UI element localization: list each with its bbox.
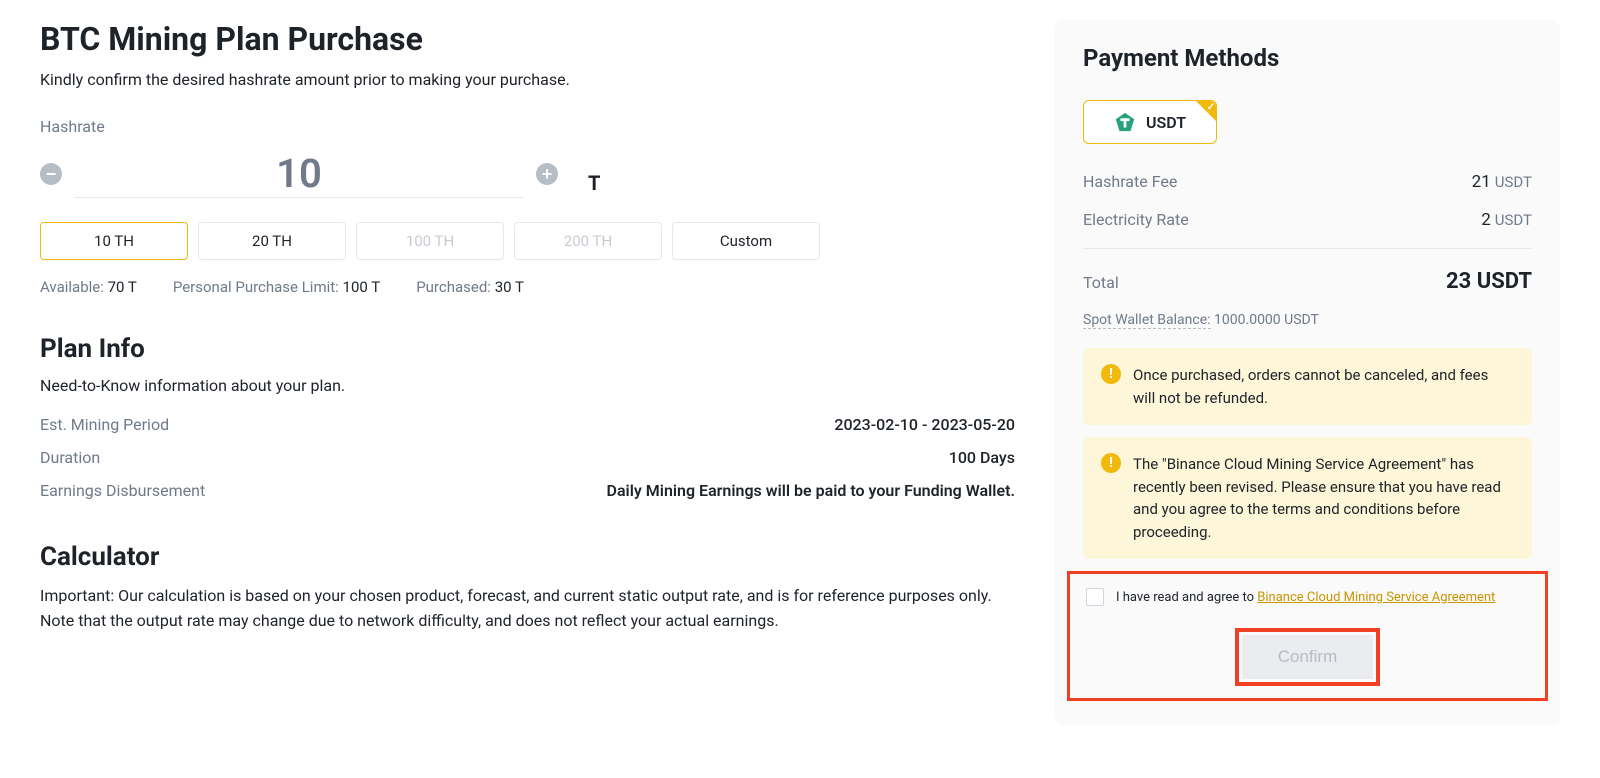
electricity-label: Electricity Rate bbox=[1083, 210, 1189, 229]
hashrate-fee-label: Hashrate Fee bbox=[1083, 172, 1177, 191]
warning-icon: ! bbox=[1101, 453, 1121, 473]
electricity-currency: USDT bbox=[1495, 211, 1532, 229]
notice-agreement-text: The "Binance Cloud Mining Service Agreem… bbox=[1133, 453, 1514, 543]
hashrate-value[interactable]: 10 bbox=[276, 150, 322, 197]
preset-200th[interactable]: 200 TH bbox=[514, 222, 662, 260]
preset-10th[interactable]: 10 TH bbox=[40, 222, 188, 260]
earnings-value: Daily Mining Earnings will be paid to yo… bbox=[607, 481, 1015, 500]
hashrate-unit: T bbox=[588, 171, 600, 195]
preset-100th[interactable]: 100 TH bbox=[356, 222, 504, 260]
payment-methods-heading: Payment Methods bbox=[1083, 44, 1532, 72]
preset-20th[interactable]: 20 TH bbox=[198, 222, 346, 260]
calculator-heading: Calculator bbox=[40, 542, 1015, 572]
plan-info-description: Need-to-Know information about your plan… bbox=[40, 376, 1015, 395]
warning-icon: ! bbox=[1101, 364, 1121, 384]
decrement-button[interactable]: − bbox=[40, 163, 62, 185]
notice-agreement-revised: ! The "Binance Cloud Mining Service Agre… bbox=[1083, 437, 1532, 559]
personal-limit-value: 100 T bbox=[343, 278, 381, 296]
period-label: Est. Mining Period bbox=[40, 415, 169, 434]
wallet-balance-value: 1000.0000 USDT bbox=[1214, 312, 1319, 328]
increment-button[interactable]: + bbox=[536, 163, 558, 185]
total-label: Total bbox=[1083, 273, 1119, 292]
total-value: 23 USDT bbox=[1446, 269, 1532, 294]
page-subtitle: Kindly confirm the desired hashrate amou… bbox=[40, 70, 1015, 89]
purchased-value: 30 T bbox=[495, 278, 524, 296]
notice-no-cancel-text: Once purchased, orders cannot be cancele… bbox=[1133, 364, 1514, 409]
payment-method-label: USDT bbox=[1146, 113, 1186, 132]
agreement-prefix: I have read and agree to bbox=[1116, 590, 1257, 605]
usdt-icon bbox=[1114, 111, 1136, 133]
preset-row: 10 TH 20 TH 100 TH 200 TH Custom bbox=[40, 222, 1015, 260]
hashrate-fee-value: 21 bbox=[1472, 172, 1491, 192]
plan-info-heading: Plan Info bbox=[40, 334, 1015, 364]
payment-method-usdt[interactable]: USDT bbox=[1083, 100, 1217, 144]
wallet-balance-label: Spot Wallet Balance: bbox=[1083, 312, 1211, 329]
available-label: Available: bbox=[40, 278, 104, 296]
page-title: BTC Mining Plan Purchase bbox=[40, 20, 1015, 58]
limits-row: Available: 70 T Personal Purchase Limit:… bbox=[40, 278, 1015, 296]
check-icon bbox=[1196, 101, 1216, 121]
calculator-description: Important: Our calculation is based on y… bbox=[40, 584, 1015, 634]
notice-no-cancel: ! Once purchased, orders cannot be cance… bbox=[1083, 348, 1532, 425]
agreement-link[interactable]: Binance Cloud Mining Service Agreement bbox=[1257, 590, 1495, 605]
period-value: 2023-02-10 - 2023-05-20 bbox=[834, 415, 1015, 434]
available-value: 70 T bbox=[108, 278, 137, 296]
earnings-label: Earnings Disbursement bbox=[40, 481, 205, 500]
duration-value: 100 Days bbox=[949, 448, 1015, 467]
preset-custom[interactable]: Custom bbox=[672, 222, 820, 260]
confirm-button[interactable]: Confirm bbox=[1242, 635, 1374, 679]
agreement-row: I have read and agree to Binance Cloud M… bbox=[1067, 571, 1548, 620]
agreement-checkbox[interactable] bbox=[1086, 588, 1104, 606]
hashrate-label: Hashrate bbox=[40, 117, 1015, 136]
hashrate-fee-currency: USDT bbox=[1495, 173, 1532, 191]
electricity-value: 2 bbox=[1481, 210, 1491, 230]
personal-limit-label: Personal Purchase Limit: bbox=[173, 278, 339, 296]
purchased-label: Purchased: bbox=[416, 278, 491, 296]
duration-label: Duration bbox=[40, 448, 100, 467]
